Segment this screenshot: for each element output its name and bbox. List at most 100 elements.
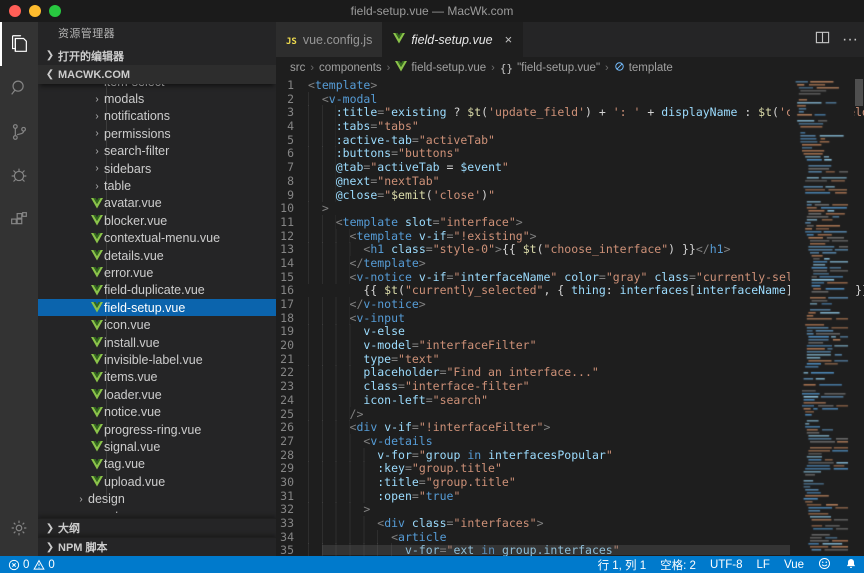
- npm-scripts-section[interactable]: ❯ NPM 脚本: [38, 537, 276, 556]
- breadcrumb-label: "field-setup.vue": [517, 62, 600, 74]
- feedback-smiley-icon[interactable]: [811, 557, 838, 573]
- tree-item-field-duplicate.vue[interactable]: field-duplicate.vue: [38, 282, 276, 299]
- vue-file-icon: [90, 424, 104, 435]
- tree-item-progress-ring.vue[interactable]: progress-ring.vue: [38, 421, 276, 438]
- line-number: 27: [276, 435, 308, 449]
- tree-item-avatar.vue[interactable]: avatar.vue: [38, 195, 276, 212]
- status-item-2[interactable]: 空格: 2: [653, 557, 703, 573]
- status-item-5[interactable]: Vue: [777, 559, 811, 571]
- tree-item-upload.vue[interactable]: upload.vue: [38, 473, 276, 490]
- code-line-27: 27 <v-details: [276, 435, 864, 449]
- breadcrumb-label: field-setup.vue: [411, 62, 486, 74]
- run-debug-icon[interactable]: [0, 154, 38, 198]
- vue-file-icon: [90, 441, 104, 452]
- status-item-4[interactable]: LF: [750, 559, 777, 571]
- close-window-button[interactable]: [9, 5, 21, 17]
- code-line-23: 23 class="interface-filter": [276, 380, 864, 394]
- code-line-17: 17 </v-notice>: [276, 298, 864, 312]
- tree-item-permissions[interactable]: ›permissions: [38, 125, 276, 142]
- line-number: 23: [276, 380, 308, 394]
- line-number: 29: [276, 462, 308, 476]
- outline-section[interactable]: ❯ 大纲: [38, 518, 276, 537]
- tree-item-icon.vue[interactable]: icon.vue: [38, 316, 276, 333]
- tree-item-sidebars[interactable]: ›sidebars: [38, 160, 276, 177]
- problems-errors[interactable]: 0: [8, 559, 29, 571]
- status-item-1[interactable]: 行 1, 列 1: [591, 557, 654, 573]
- tree-item-label: progress-ring.vue: [104, 423, 201, 437]
- tree-item-details.vue[interactable]: details.vue: [38, 247, 276, 264]
- line-number: 34: [276, 531, 308, 545]
- code-text: >: [308, 202, 329, 216]
- tree-item-label: design: [88, 492, 125, 506]
- line-number: 17: [276, 298, 308, 312]
- minimap[interactable]: [790, 79, 854, 556]
- tree-item-blocker.vue[interactable]: blocker.vue: [38, 212, 276, 229]
- window-controls: [9, 5, 61, 17]
- search-icon[interactable]: [0, 66, 38, 110]
- minimize-window-button[interactable]: [29, 5, 41, 17]
- tree-item-install.vue[interactable]: install.vue: [38, 334, 276, 351]
- status-item-3[interactable]: UTF-8: [703, 559, 750, 571]
- line-number: 1: [276, 79, 308, 93]
- tree-item-label: table: [104, 179, 131, 193]
- code-text: @tab="activeTab = $event": [308, 161, 509, 175]
- vertical-scrollbar[interactable]: [854, 79, 864, 556]
- scrollbar-thumb[interactable]: [855, 79, 863, 106]
- tree-item-events[interactable]: ›events: [38, 508, 276, 513]
- tree-item-search-filter[interactable]: ›search-filter: [38, 143, 276, 160]
- breadcrumb-item-3[interactable]: field-setup.vue: [395, 61, 486, 75]
- code-line-34: 34 <article: [276, 531, 864, 545]
- chevron-right-icon: ❯: [42, 50, 58, 61]
- tree-item-label: avatar.vue: [104, 196, 162, 210]
- tree-item-label: permissions: [104, 127, 171, 141]
- horizontal-scrollbar[interactable]: [322, 545, 790, 555]
- line-number: 2: [276, 93, 308, 107]
- project-section[interactable]: ❮︎ MACWK.COM: [38, 65, 276, 84]
- breadcrumb-item-5[interactable]: template: [614, 61, 673, 75]
- tree-item-notice.vue[interactable]: notice.vue: [38, 403, 276, 420]
- symbol-template-icon: [614, 61, 625, 75]
- line-number: 16: [276, 284, 308, 298]
- settings-gear-icon[interactable]: [0, 506, 38, 550]
- code-editor[interactable]: 1<template>2 <v-modal3 :title="existing …: [276, 79, 864, 556]
- tab-field-setup.vue[interactable]: field-setup.vue ×: [383, 22, 523, 57]
- warning-triangle-icon: [33, 559, 45, 571]
- code-text: <template>: [308, 79, 377, 93]
- source-control-icon[interactable]: [0, 110, 38, 154]
- tab-label: field-setup.vue: [411, 33, 492, 47]
- tree-item-label: search-filter: [104, 144, 169, 158]
- notifications-bell-icon[interactable]: [838, 557, 864, 573]
- tree-item-contextual-menu.vue[interactable]: contextual-menu.vue: [38, 230, 276, 247]
- tree-item-loader.vue[interactable]: loader.vue: [38, 386, 276, 403]
- vue-file-icon: [90, 459, 104, 470]
- open-editors-section[interactable]: ❯ 打开的编辑器: [38, 46, 276, 65]
- tree-item-error.vue[interactable]: error.vue: [38, 264, 276, 281]
- tab-vue.config.js[interactable]: JSvue.config.js: [276, 22, 383, 57]
- tree-item-items.vue[interactable]: items.vue: [38, 369, 276, 386]
- braces-icon: {}: [500, 62, 513, 75]
- tree-item-tag.vue[interactable]: tag.vue: [38, 456, 276, 473]
- split-editor-icon[interactable]: [815, 30, 830, 50]
- problems-warnings[interactable]: 0: [33, 559, 54, 571]
- breadcrumb-item-4[interactable]: {} "field-setup.vue": [500, 62, 600, 75]
- tree-item-label: item-select: [104, 84, 164, 89]
- tree-item-signal.vue[interactable]: signal.vue: [38, 438, 276, 455]
- extensions-icon[interactable]: [0, 198, 38, 242]
- explorer-icon[interactable]: [0, 22, 38, 66]
- more-actions-icon[interactable]: ···: [842, 31, 858, 49]
- tree-item-design[interactable]: ›design: [38, 490, 276, 507]
- tree-item-table[interactable]: ›table: [38, 177, 276, 194]
- breadcrumb-item-1[interactable]: src: [290, 62, 305, 74]
- code-line-8: 8 @next="nextTab": [276, 175, 864, 189]
- tree-item-notifications[interactable]: ›notifications: [38, 108, 276, 125]
- tree-item-label: events: [88, 509, 125, 513]
- close-icon[interactable]: ×: [505, 32, 513, 47]
- tree-item-modals[interactable]: ›modals: [38, 90, 276, 107]
- code-line-16: 16 {{ $t("currently_selected", { thing: …: [276, 284, 864, 298]
- tree-item-invisible-label.vue[interactable]: invisible-label.vue: [38, 351, 276, 368]
- zoom-window-button[interactable]: [49, 5, 61, 17]
- code-text: :tabs="tabs": [308, 120, 419, 134]
- tree-item-label: tag.vue: [104, 457, 145, 471]
- breadcrumb-item-2[interactable]: components: [319, 62, 382, 74]
- tree-item-field-setup.vue[interactable]: field-setup.vue: [38, 299, 276, 316]
